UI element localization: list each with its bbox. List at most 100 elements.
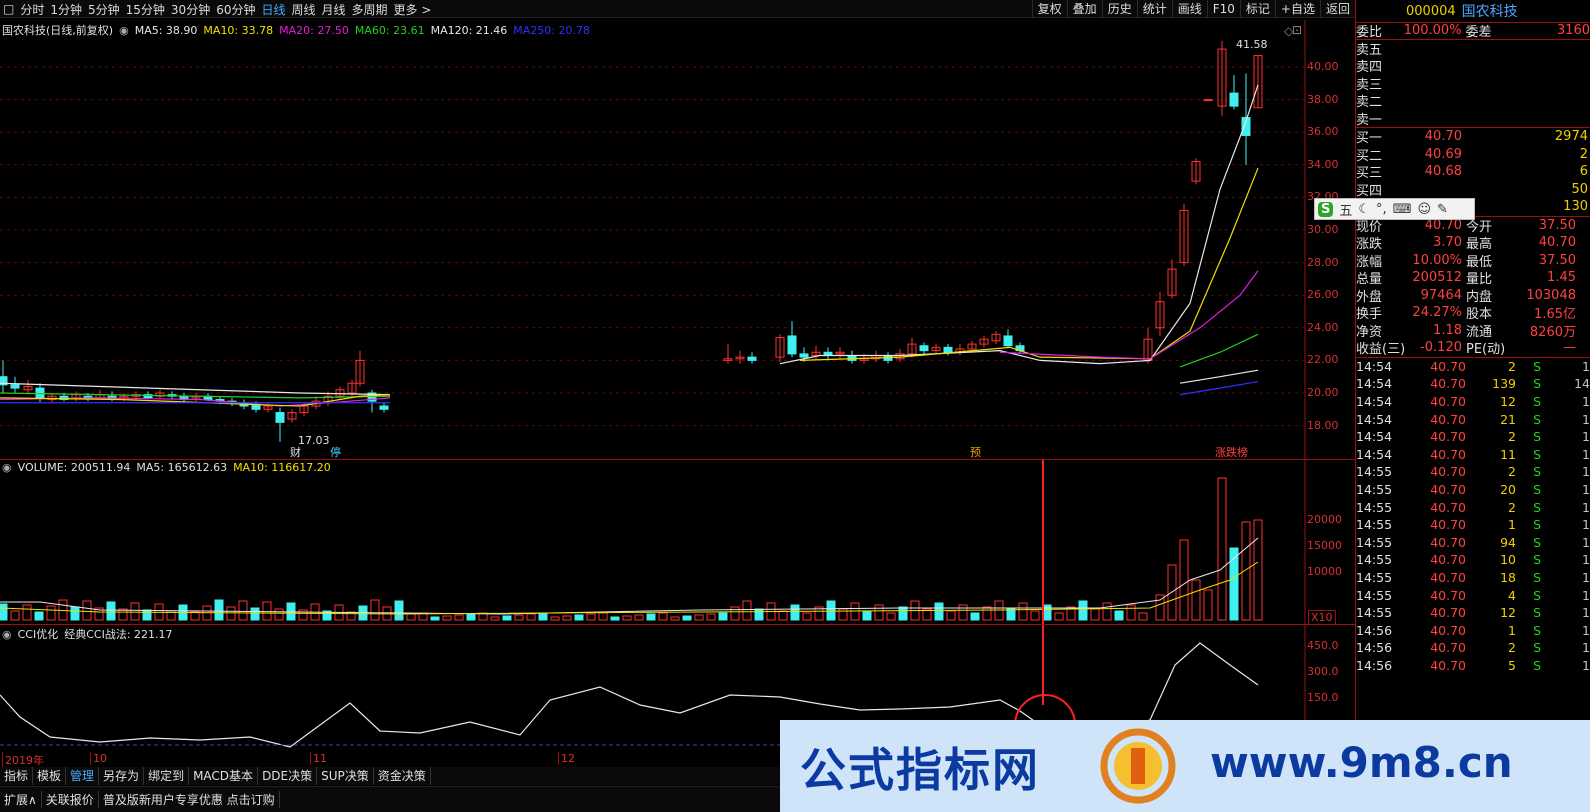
- keyboard-icon[interactable]: ⌨: [1393, 202, 1412, 217]
- tick-time: 14:55: [1356, 499, 1393, 515]
- status-item[interactable]: 扩展∧: [0, 791, 42, 808]
- tick-price: 40.70: [1430, 587, 1466, 603]
- axis-label: 18.00: [1307, 418, 1339, 432]
- indicator-tab[interactable]: 指标: [0, 767, 34, 785]
- stat-value: 1.45: [1547, 270, 1576, 286]
- indicator-tab[interactable]: 资金决策: [374, 767, 431, 785]
- period-tab[interactable]: 更多 >: [391, 1, 435, 18]
- tick-volume: 2: [1508, 640, 1516, 656]
- axis-label: 26.00: [1307, 288, 1339, 302]
- toolbar-button[interactable]: 标记: [1239, 0, 1275, 18]
- tick-side: S: [1533, 411, 1541, 427]
- indicator-tab[interactable]: 绑定到: [144, 767, 190, 785]
- kline-chart[interactable]: 41.58 17.03财 停 预 涨跌榜: [0, 20, 1355, 460]
- period-tab[interactable]: 5分钟: [85, 1, 123, 18]
- toolbar-button[interactable]: 叠加: [1066, 0, 1102, 18]
- moon-icon[interactable]: ☾: [1358, 202, 1370, 217]
- watermark-title: 公式指标网: [800, 743, 1040, 797]
- stat-row: 涨跌 3.70 最高 40.70: [1356, 234, 1590, 252]
- indicator-tab[interactable]: MACD基本: [189, 767, 259, 785]
- marker-zhangdiebang: 涨跌榜: [1215, 445, 1248, 459]
- tick-time: 14:56: [1356, 622, 1393, 638]
- axis-label: 40.00: [1307, 60, 1339, 73]
- stat-row: 收益(三) -0.120 PE(动) —: [1356, 339, 1590, 357]
- indicator-tab[interactable]: 另存为: [99, 767, 145, 785]
- axis-label: 450.0: [1307, 639, 1339, 652]
- period-tab[interactable]: 月线: [319, 1, 349, 18]
- order-label: 买二: [1356, 148, 1383, 164]
- ime-mode[interactable]: 五: [1339, 200, 1352, 219]
- indicator-tab[interactable]: SUP决策: [317, 767, 374, 785]
- toolbar-button[interactable]: 返回: [1319, 0, 1355, 18]
- order-label: 卖五: [1356, 42, 1383, 58]
- toolbar-button[interactable]: 统计: [1136, 0, 1172, 18]
- stat-value: 10.00%: [1412, 252, 1462, 268]
- axis-label: 30.00: [1307, 223, 1339, 236]
- toolbar-button[interactable]: 画线: [1171, 0, 1207, 18]
- toolbar-button[interactable]: 历史: [1101, 0, 1137, 18]
- stat-row: 换手 24.27% 股本 1.65亿: [1356, 304, 1590, 322]
- tick-side: S: [1533, 552, 1541, 568]
- indicator-tab[interactable]: 模板: [33, 767, 67, 785]
- stat-value: 200512: [1412, 270, 1462, 286]
- tick-count: 1: [1582, 393, 1590, 409]
- tick-time: 14:54: [1356, 446, 1393, 462]
- period-tab[interactable]: 60分钟: [213, 1, 258, 18]
- toolbar-button[interactable]: F10: [1206, 0, 1240, 18]
- tick-volume: 20: [1500, 481, 1516, 497]
- watermark-url: www.9m8.cn: [1210, 738, 1513, 787]
- stat-row: 净资 1.18 流通 8260万: [1356, 322, 1590, 340]
- watermark-logo: [1100, 728, 1176, 804]
- order-row: 买一 40.70 2974: [1356, 128, 1590, 146]
- axis-label: 34.00: [1307, 157, 1339, 171]
- period-tab[interactable]: 多周期: [349, 1, 391, 18]
- tick-volume: 2: [1508, 429, 1516, 445]
- period-tab[interactable]: 分时: [17, 1, 47, 18]
- user-icon[interactable]: ☺: [1417, 202, 1431, 217]
- tick-list[interactable]: 14:54 40.70 2 S 1 14:54 40.70 139 S 14 14:54 40.70 1…: [1356, 356, 1590, 675]
- period-tab[interactable]: 15分钟: [123, 1, 168, 18]
- volume-chart[interactable]: [0, 460, 1355, 625]
- tick-side: S: [1533, 446, 1541, 462]
- tick-volume: 18: [1500, 569, 1516, 585]
- tick-time: 14:54: [1356, 429, 1393, 445]
- order-volume: 50: [1571, 181, 1588, 197]
- indicator-tab[interactable]: 管理: [66, 767, 100, 785]
- period-tabs: □ 分时 1分钟 5分钟 15分钟 30分钟 60分钟 日线 周线 月线 多周期 更多 >: [0, 0, 434, 18]
- order-label: 卖三: [1356, 77, 1383, 93]
- order-label: 卖二: [1356, 95, 1383, 111]
- volume-panel[interactable]: ◉ VOLUME: 200511.94 MA5: 165612.63 MA10:…: [0, 460, 1355, 625]
- tick-row: 14:55 40.70 10 S 1: [1356, 551, 1590, 569]
- period-tab[interactable]: 日线: [258, 1, 288, 18]
- indicator-tab[interactable]: DDE决策: [258, 767, 318, 785]
- stat-value: 24.27%: [1412, 305, 1462, 321]
- quote-panel: 000004 国农科技 委比 100.00% 委差 3160 卖五 卖四 卖三 卖二卖…: [1355, 0, 1590, 812]
- tick-time: 14:54: [1356, 393, 1393, 409]
- period-tab[interactable]: 周线: [289, 1, 319, 18]
- watermark-banner: 公式指标网 www.9m8.cn: [780, 720, 1590, 812]
- tick-price: 40.70: [1430, 499, 1466, 515]
- tick-volume: 2: [1508, 499, 1516, 515]
- status-item[interactable]: 普及版新用户专享优惠 点击订购: [99, 791, 280, 808]
- status-item[interactable]: 关联报价: [42, 791, 99, 808]
- tool-buttons: 复权 叠加 历史 统计 画线 F10 标记 +自选 返回: [1031, 0, 1355, 18]
- wrench-icon[interactable]: ✎: [1437, 202, 1448, 217]
- tick-row: 14:54 40.70 139 S 14: [1356, 375, 1590, 393]
- date-label: 12: [558, 752, 575, 765]
- order-row: 卖二: [1356, 92, 1590, 110]
- tick-volume: 10: [1500, 552, 1516, 568]
- period-tab[interactable]: 30分钟: [168, 1, 213, 18]
- punct-icon[interactable]: °,: [1376, 202, 1387, 217]
- ime-toolbar[interactable]: S 五 ☾ °, ⌨ ☺ ✎: [1314, 198, 1475, 220]
- toolbar-button[interactable]: +自选: [1274, 0, 1320, 18]
- tick-side: S: [1533, 534, 1541, 550]
- menu-icon[interactable]: □: [0, 2, 17, 16]
- stat-label: 量比: [1466, 272, 1493, 288]
- period-tab[interactable]: 1分钟: [47, 1, 85, 18]
- kline-panel[interactable]: 国农科技(日线,前复权) ◉ MA5: 38.90 MA10: 33.78 MA20…: [0, 20, 1355, 460]
- toolbar-button[interactable]: 复权: [1031, 0, 1067, 18]
- tick-price: 40.70: [1430, 622, 1466, 638]
- volume-unit: X10: [1308, 610, 1336, 625]
- sogou-icon[interactable]: S: [1318, 201, 1334, 217]
- stat-row: 涨幅 10.00% 最低 37.50: [1356, 252, 1590, 270]
